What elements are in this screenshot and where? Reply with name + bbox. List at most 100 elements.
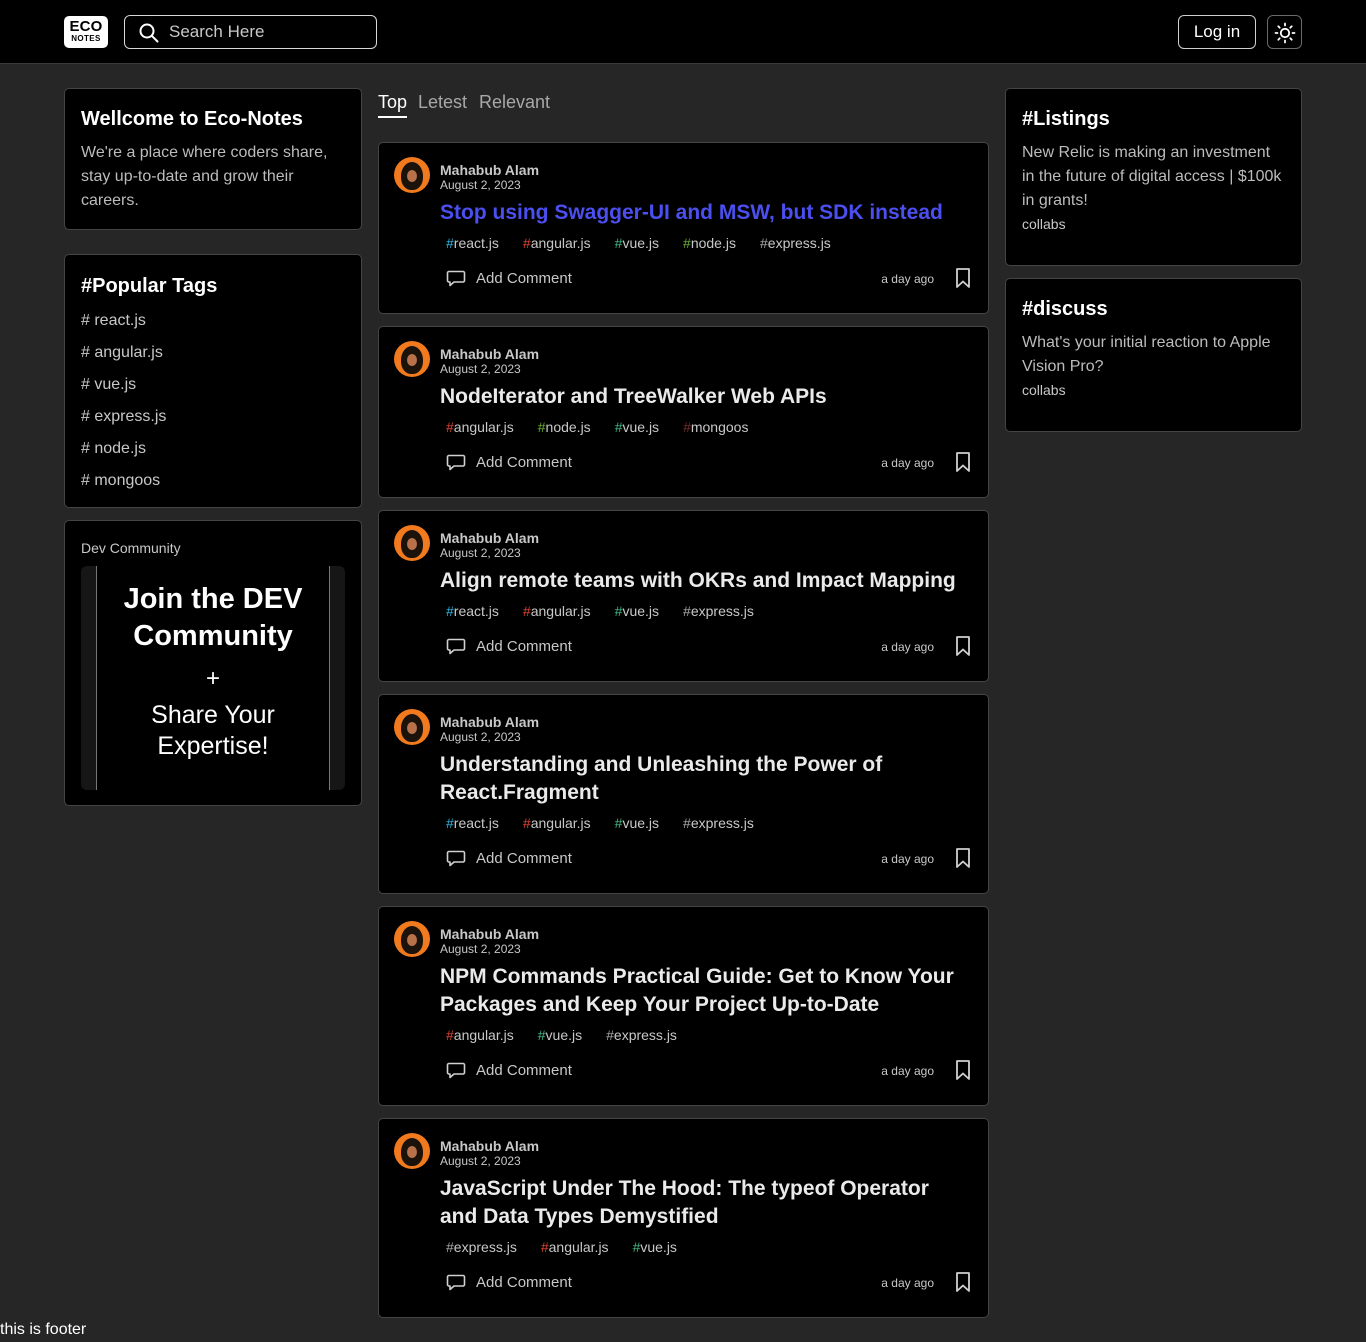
comment-icon[interactable] (446, 1060, 466, 1080)
post-author[interactable]: Mahabub Alam (440, 162, 539, 178)
post-tag[interactable]: #angular.js (523, 815, 603, 831)
comment-icon[interactable] (446, 268, 466, 288)
tab-top[interactable]: Top (378, 88, 407, 116)
post-tag[interactable]: #node.js (538, 419, 603, 435)
post-tag[interactable]: #angular.js (446, 1027, 526, 1043)
footer-text: this is footer (0, 1321, 87, 1338)
post-card[interactable]: Mahabub Alam August 2, 2023 Stop using Swa… (378, 142, 989, 314)
listings-text[interactable]: New Relic is making an investment in the… (1022, 141, 1285, 213)
popular-tags-title: #Popular Tags (81, 275, 218, 297)
post-author[interactable]: Mahabub Alam (440, 530, 539, 546)
add-comment-button[interactable]: Add Comment (476, 269, 572, 289)
post-title[interactable]: JavaScript Under The Hood: The typeof Op… (440, 1175, 970, 1231)
post-card[interactable]: Mahabub Alam August 2, 2023 NPM Commands P… (378, 906, 989, 1106)
tab-latest[interactable]: Letest (418, 88, 467, 116)
post-tag[interactable]: #angular.js (523, 235, 603, 251)
eco-notes-logo[interactable]: ECO NOTES (64, 16, 108, 48)
post-tag[interactable]: #angular.js (446, 419, 526, 435)
comment-icon[interactable] (446, 452, 466, 472)
post-tag[interactable]: #vue.js (615, 419, 671, 435)
popular-tag-item[interactable]: # mongoos (81, 465, 345, 497)
add-comment-button[interactable]: Add Comment (476, 849, 572, 869)
listings-meta: collabs (1022, 216, 1066, 232)
bookmark-icon[interactable] (954, 635, 972, 657)
comment-icon[interactable] (446, 1272, 466, 1292)
post-tag[interactable]: #express.js (683, 603, 766, 619)
post-tag[interactable]: #vue.js (538, 1027, 594, 1043)
post-tag[interactable]: #vue.js (615, 603, 671, 619)
add-comment-button[interactable]: Add Comment (476, 453, 572, 473)
post-card[interactable]: Mahabub Alam August 2, 2023 Align remote t… (378, 510, 989, 682)
popular-tag-item[interactable]: # angular.js (81, 337, 345, 369)
post-title[interactable]: Understanding and Unleashing the Power o… (440, 751, 970, 807)
post-author[interactable]: Mahabub Alam (440, 346, 539, 362)
post-tag[interactable]: #node.js (683, 235, 748, 251)
post-card[interactable]: Mahabub Alam August 2, 2023 NodeIterator a… (378, 326, 989, 498)
comment-icon[interactable] (446, 848, 466, 868)
post-time-ago: a day ago (881, 456, 934, 470)
search-box[interactable] (124, 15, 377, 49)
dev-community-card: Dev Community Join the DEV Community + S… (64, 520, 362, 806)
post-tags: #react.js #angular.js #vue.js #express.js (446, 813, 778, 833)
popular-tags-list: # react.js # angular.js # vue.js # expre… (81, 305, 345, 497)
post-author[interactable]: Mahabub Alam (440, 1138, 539, 1154)
post-tag[interactable]: #vue.js (633, 1239, 689, 1255)
post-tag[interactable]: #vue.js (615, 815, 671, 831)
post-tag[interactable]: #express.js (760, 235, 843, 251)
dev-community-banner[interactable]: Join the DEV Community + Share Your Expe… (81, 566, 345, 790)
popular-tag-item[interactable]: # node.js (81, 433, 345, 465)
add-comment-button[interactable]: Add Comment (476, 1273, 572, 1293)
post-author[interactable]: Mahabub Alam (440, 714, 539, 730)
discuss-text[interactable]: What's your initial reaction to Apple Vi… (1022, 331, 1285, 379)
bookmark-icon[interactable] (954, 847, 972, 869)
search-icon (139, 23, 159, 43)
avatar[interactable] (394, 709, 430, 745)
post-title[interactable]: NPM Commands Practical Guide: Get to Kno… (440, 963, 970, 1019)
post-tag[interactable]: #express.js (683, 815, 766, 831)
post-date: August 2, 2023 (440, 546, 521, 560)
post-time-ago: a day ago (881, 852, 934, 866)
add-comment-button[interactable]: Add Comment (476, 1061, 572, 1081)
post-tag[interactable]: #angular.js (523, 603, 603, 619)
post-card[interactable]: Mahabub Alam August 2, 2023 Understanding … (378, 694, 989, 894)
post-card[interactable]: Mahabub Alam August 2, 2023 JavaScript Und… (378, 1118, 989, 1318)
post-date: August 2, 2023 (440, 178, 521, 192)
listings-title: #Listings (1022, 108, 1110, 130)
login-button[interactable]: Log in (1178, 15, 1256, 49)
comment-icon[interactable] (446, 636, 466, 656)
avatar[interactable] (394, 157, 430, 193)
bookmark-icon[interactable] (954, 451, 972, 473)
post-title[interactable]: NodeIterator and TreeWalker Web APIs (440, 383, 970, 411)
welcome-card: Wellcome to Eco-Notes We're a place wher… (64, 88, 362, 230)
avatar[interactable] (394, 525, 430, 561)
post-tag[interactable]: #express.js (606, 1027, 689, 1043)
theme-toggle-button[interactable] (1267, 15, 1302, 49)
bookmark-icon[interactable] (954, 267, 972, 289)
bookmark-icon[interactable] (954, 1271, 972, 1293)
popular-tag-item[interactable]: # react.js (81, 305, 345, 337)
search-input[interactable] (169, 21, 369, 43)
post-tag[interactable]: #vue.js (615, 235, 671, 251)
post-title[interactable]: Stop using Swagger-UI and MSW, but SDK i… (440, 199, 970, 227)
popular-tag-item[interactable]: # vue.js (81, 369, 345, 401)
post-tag[interactable]: #express.js (446, 1239, 529, 1255)
post-time-ago: a day ago (881, 640, 934, 654)
post-tag[interactable]: #react.js (446, 235, 511, 251)
post-tag[interactable]: #angular.js (541, 1239, 621, 1255)
post-title[interactable]: Align remote teams with OKRs and Impact … (440, 567, 970, 595)
avatar[interactable] (394, 921, 430, 957)
bookmark-icon[interactable] (954, 1059, 972, 1081)
add-comment-button[interactable]: Add Comment (476, 637, 572, 657)
avatar[interactable] (394, 1133, 430, 1169)
post-footer: Add Comment a day ago (446, 1059, 974, 1083)
popular-tags-card: #Popular Tags # react.js # angular.js # … (64, 254, 362, 508)
post-author[interactable]: Mahabub Alam (440, 926, 539, 942)
avatar[interactable] (394, 341, 430, 377)
post-tag[interactable]: #react.js (446, 815, 511, 831)
popular-tag-item[interactable]: # express.js (81, 401, 345, 433)
tab-relevant[interactable]: Relevant (479, 88, 550, 116)
post-tag[interactable]: #react.js (446, 603, 511, 619)
post-tag[interactable]: #mongoos (683, 419, 760, 435)
post-tags: #angular.js #node.js #vue.js #mongoos (446, 417, 772, 437)
post-time-ago: a day ago (881, 1064, 934, 1078)
